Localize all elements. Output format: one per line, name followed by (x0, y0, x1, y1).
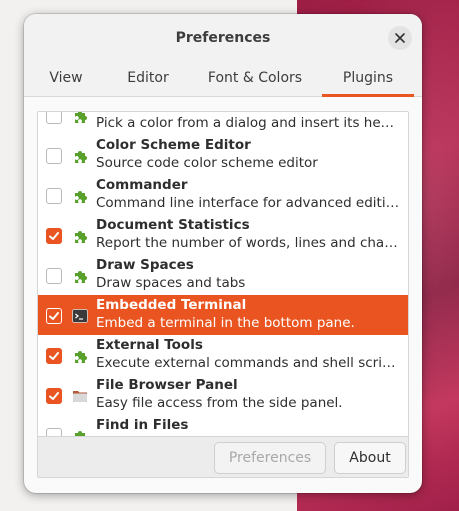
puzzle-icon (72, 348, 88, 364)
plugin-row[interactable]: External Tools Execute external commands … (38, 335, 408, 375)
plugin-name: Embedded Terminal (96, 297, 247, 313)
terminal-icon (72, 308, 88, 324)
plugin-row[interactable]: Commander Command line interface for adva… (38, 175, 408, 215)
dialog-title: Preferences (175, 30, 271, 46)
plugin-row[interactable]: Pick a color from a dialog and insert it… (38, 112, 408, 135)
plugin-row[interactable]: Find in FilesFind text in all files of a… (38, 415, 408, 438)
plugin-name: File Browser Panel (96, 377, 238, 393)
plugin-description: Report the number of words, lines and ch… (96, 235, 401, 251)
plugin-name: Draw Spaces (96, 257, 194, 273)
plugin-description: Draw spaces and tabs (96, 275, 246, 291)
plugin-enable-checkbox[interactable] (46, 228, 62, 244)
plugin-action-bar: Preferences About (38, 436, 408, 477)
puzzle-icon (72, 112, 88, 124)
plugin-name: External Tools (96, 337, 203, 353)
plugin-name: Color Scheme Editor (96, 137, 251, 153)
folder-icon (72, 388, 88, 404)
plugin-enable-checkbox[interactable] (46, 148, 62, 164)
plugin-enable-checkbox[interactable] (46, 308, 62, 324)
plugin-row[interactable]: Draw Spaces Draw spaces and tabs (38, 255, 408, 295)
puzzle-icon (72, 268, 88, 284)
plugin-description: Command line interface for advanced edit… (96, 195, 401, 211)
plugin-name: Document Statistics (96, 217, 250, 233)
puzzle-icon (72, 148, 88, 164)
tab-editor[interactable]: Editor (108, 62, 188, 96)
plugin-enable-checkbox[interactable] (46, 188, 62, 204)
plugin-enable-checkbox[interactable] (46, 388, 62, 404)
puzzle-icon (72, 228, 88, 244)
tab-view[interactable]: View (24, 62, 108, 96)
plugin-enable-checkbox[interactable] (46, 112, 62, 124)
plugin-row[interactable]: Color Scheme Editor Source code color sch… (38, 135, 408, 175)
plugin-about-button[interactable]: About (334, 442, 406, 474)
plugin-description: Easy file access from the side panel. (96, 395, 343, 411)
plugin-list[interactable]: Pick a color from a dialog and insert it… (37, 111, 409, 478)
plugin-row[interactable]: Document Statistics Report the number of … (38, 215, 408, 255)
plugin-name: Find in Files (96, 417, 189, 433)
plugin-enable-checkbox[interactable] (46, 348, 62, 364)
tab-font-colors[interactable]: Font & Colors (188, 62, 322, 96)
plugin-description: Source code color scheme editor (96, 155, 318, 171)
title-bar: Preferences (24, 14, 422, 62)
close-icon (395, 33, 405, 43)
plugin-description: Embed a terminal in the bottom pane. (96, 315, 355, 331)
plugin-name: Commander (96, 177, 188, 193)
puzzle-icon (72, 188, 88, 204)
close-button[interactable] (388, 26, 412, 50)
tab-plugins[interactable]: Plugins (322, 62, 414, 97)
plugin-description: Pick a color from a dialog and insert it… (96, 115, 401, 131)
plugin-description: Execute external commands and shell scri… (96, 355, 401, 371)
tab-bar: View Editor Font & Colors Plugins (24, 62, 422, 97)
plugin-list-scroll-area[interactable]: Pick a color from a dialog and insert it… (38, 112, 408, 438)
plugin-row[interactable]: Embedded Terminal Embed a terminal in the… (38, 295, 408, 335)
preferences-dialog: Preferences View Editor Font & Colors Pl… (24, 14, 422, 493)
plugin-row[interactable]: File Browser Panel Easy file access from … (38, 375, 408, 415)
plugin-enable-checkbox[interactable] (46, 268, 62, 284)
plugin-preferences-button[interactable]: Preferences (214, 442, 326, 474)
